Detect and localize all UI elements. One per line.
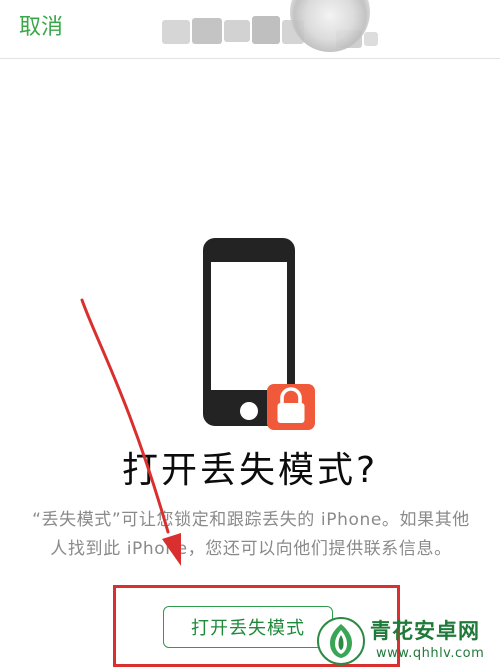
lock-icon bbox=[267, 384, 315, 430]
watermark: 青花安卓网 www.qhhlv.com bbox=[316, 614, 500, 670]
watermark-name: 青花安卓网 bbox=[370, 619, 480, 643]
iphone-icon bbox=[203, 238, 315, 430]
qinghua-logo-icon bbox=[317, 617, 365, 665]
page-title: 打开丢失模式? bbox=[121, 450, 379, 491]
lost-mode-description: “丢失模式”可让您锁定和跟踪丢失的 iPhone。如果其他人找到此 iPhone… bbox=[32, 510, 470, 559]
cancel-button[interactable]: 取消 bbox=[19, 13, 63, 43]
enable-lost-mode-button[interactable]: 打开丢失模式 bbox=[163, 606, 333, 648]
navigation-bar: 取消 bbox=[0, 0, 500, 59]
watermark-url: www.qhhlv.com bbox=[376, 646, 485, 661]
